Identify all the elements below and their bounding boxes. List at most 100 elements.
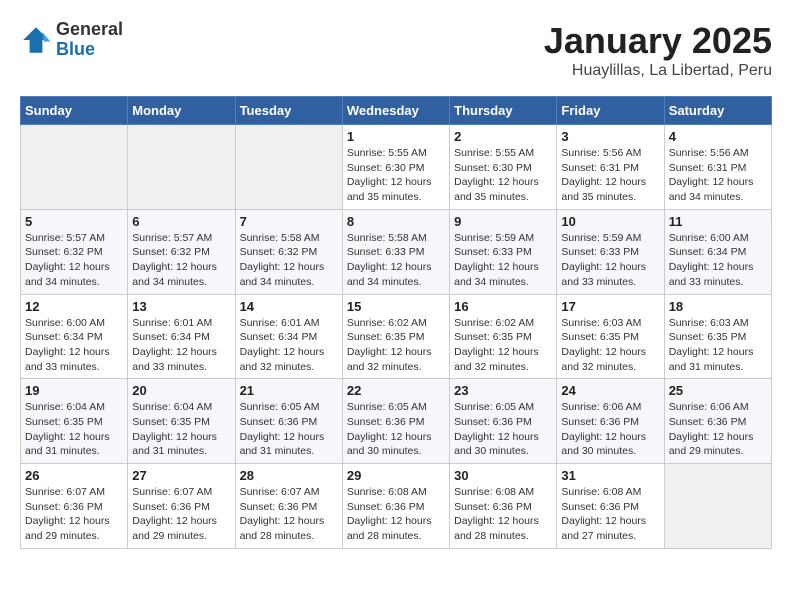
calendar-week-4: 19 Sunrise: 6:04 AM Sunset: 6:35 PM Dayli…	[21, 379, 772, 464]
calendar-cell: 22Sunrise: 6:05 AM Sunset: 6:36 PM Dayli…	[342, 379, 449, 464]
day-number: 1	[347, 129, 445, 144]
title-block: January 2025 Huaylillas, La Libertad, Pe…	[544, 20, 772, 80]
calendar-cell: 17Sunrise: 6:03 AM Sunset: 6:35 PM Dayli…	[557, 294, 664, 379]
day-number: 29	[347, 468, 445, 483]
calendar-week-2: 5 Sunrise: 5:57 AM Sunset: 6:32 PM Daylig…	[21, 209, 772, 294]
logo-icon	[20, 24, 52, 56]
calendar-cell	[128, 125, 235, 210]
day-info: Sunrise: 6:08 AM Sunset: 6:36 PM Dayligh…	[347, 485, 445, 544]
calendar-cell: 12 Sunrise: 6:00 AM Sunset: 6:34 PM Dayli…	[21, 294, 128, 379]
logo: General Blue	[20, 20, 123, 60]
day-info: Sunrise: 6:02 AM Sunset: 6:35 PM Dayligh…	[454, 316, 552, 375]
day-number: 27	[132, 468, 230, 483]
calendar-cell: 25 Sunrise: 6:06 AM Sunset: 6:36 PM Dayli…	[664, 379, 771, 464]
weekday-header-sunday: Sunday	[21, 97, 128, 125]
day-number: 14	[240, 299, 338, 314]
day-info: Sunrise: 6:03 AM Sunset: 6:35 PM Dayligh…	[669, 316, 767, 375]
day-info: Sunrise: 6:07 AM Sunset: 6:36 PM Dayligh…	[132, 485, 230, 544]
calendar-cell	[664, 464, 771, 549]
day-info: Sunrise: 6:06 AM Sunset: 6:36 PM Dayligh…	[669, 400, 767, 459]
calendar-cell: 27 Sunrise: 6:07 AM Sunset: 6:36 PM Dayli…	[128, 464, 235, 549]
logo-text: General Blue	[56, 20, 123, 60]
calendar-week-3: 12 Sunrise: 6:00 AM Sunset: 6:34 PM Dayli…	[21, 294, 772, 379]
calendar-cell: 21 Sunrise: 6:05 AM Sunset: 6:36 PM Dayli…	[235, 379, 342, 464]
day-info: Sunrise: 5:57 AM Sunset: 6:32 PM Dayligh…	[25, 231, 123, 290]
calendar-cell: 30 Sunrise: 6:08 AM Sunset: 6:36 PM Dayli…	[450, 464, 557, 549]
day-info: Sunrise: 6:05 AM Sunset: 6:36 PM Dayligh…	[454, 400, 552, 459]
day-info: Sunrise: 5:58 AM Sunset: 6:32 PM Dayligh…	[240, 231, 338, 290]
day-number: 24	[561, 383, 659, 398]
calendar-cell: 19Sunrise: 6:04 AM Sunset: 6:35 PM Dayli…	[21, 379, 128, 464]
calendar-cell: 24 Sunrise: 6:06 AM Sunset: 6:36 PM Dayli…	[557, 379, 664, 464]
day-number: 12	[25, 299, 123, 314]
day-info: Sunrise: 6:00 AM Sunset: 6:34 PM Dayligh…	[669, 231, 767, 290]
day-number: 2	[454, 129, 552, 144]
location-subtitle: Huaylillas, La Libertad, Peru	[544, 62, 772, 80]
weekday-header-thursday: Thursday	[450, 97, 557, 125]
calendar-cell: 14 Sunrise: 6:01 AM Sunset: 6:34 PM Dayli…	[235, 294, 342, 379]
day-info: Sunrise: 6:06 AM Sunset: 6:36 PM Dayligh…	[561, 400, 659, 459]
day-number: 16	[454, 299, 552, 314]
calendar-cell	[235, 125, 342, 210]
weekday-header-saturday: Saturday	[664, 97, 771, 125]
day-info: Sunrise: 6:02 AM Sunset: 6:35 PM Dayligh…	[347, 316, 445, 375]
weekday-header-row: SundayMondayTuesdayWednesdayThursdayFrid…	[21, 97, 772, 125]
day-number: 25	[669, 383, 767, 398]
calendar-cell: 9 Sunrise: 5:59 AM Sunset: 6:33 PM Daylig…	[450, 209, 557, 294]
day-number: 30	[454, 468, 552, 483]
calendar-cell: 5 Sunrise: 5:57 AM Sunset: 6:32 PM Daylig…	[21, 209, 128, 294]
day-info: Sunrise: 5:55 AM Sunset: 6:30 PM Dayligh…	[347, 146, 445, 205]
calendar-cell: 18Sunrise: 6:03 AM Sunset: 6:35 PM Dayli…	[664, 294, 771, 379]
calendar-cell: 4Sunrise: 5:56 AM Sunset: 6:31 PM Daylig…	[664, 125, 771, 210]
day-number: 3	[561, 129, 659, 144]
day-info: Sunrise: 6:01 AM Sunset: 6:34 PM Dayligh…	[240, 316, 338, 375]
day-info: Sunrise: 6:05 AM Sunset: 6:36 PM Dayligh…	[347, 400, 445, 459]
month-title: January 2025	[544, 20, 772, 62]
calendar-cell: 20 Sunrise: 6:04 AM Sunset: 6:35 PM Dayli…	[128, 379, 235, 464]
day-number: 7	[240, 214, 338, 229]
day-number: 9	[454, 214, 552, 229]
day-info: Sunrise: 5:57 AM Sunset: 6:32 PM Dayligh…	[132, 231, 230, 290]
calendar-cell: 1 Sunrise: 5:55 AM Sunset: 6:30 PM Daylig…	[342, 125, 449, 210]
day-number: 21	[240, 383, 338, 398]
calendar-week-5: 26Sunrise: 6:07 AM Sunset: 6:36 PM Dayli…	[21, 464, 772, 549]
calendar-cell: 11 Sunrise: 6:00 AM Sunset: 6:34 PM Dayli…	[664, 209, 771, 294]
calendar-cell: 6Sunrise: 5:57 AM Sunset: 6:32 PM Daylig…	[128, 209, 235, 294]
calendar-cell: 15Sunrise: 6:02 AM Sunset: 6:35 PM Dayli…	[342, 294, 449, 379]
day-info: Sunrise: 5:58 AM Sunset: 6:33 PM Dayligh…	[347, 231, 445, 290]
day-number: 5	[25, 214, 123, 229]
calendar-cell: 7 Sunrise: 5:58 AM Sunset: 6:32 PM Daylig…	[235, 209, 342, 294]
day-number: 31	[561, 468, 659, 483]
day-info: Sunrise: 6:08 AM Sunset: 6:36 PM Dayligh…	[454, 485, 552, 544]
weekday-header-wednesday: Wednesday	[342, 97, 449, 125]
day-info: Sunrise: 6:01 AM Sunset: 6:34 PM Dayligh…	[132, 316, 230, 375]
day-info: Sunrise: 5:59 AM Sunset: 6:33 PM Dayligh…	[454, 231, 552, 290]
calendar-cell: 3 Sunrise: 5:56 AM Sunset: 6:31 PM Daylig…	[557, 125, 664, 210]
calendar-cell: 26Sunrise: 6:07 AM Sunset: 6:36 PM Dayli…	[21, 464, 128, 549]
calendar-cell: 13Sunrise: 6:01 AM Sunset: 6:34 PM Dayli…	[128, 294, 235, 379]
calendar-cell	[21, 125, 128, 210]
day-info: Sunrise: 6:00 AM Sunset: 6:34 PM Dayligh…	[25, 316, 123, 375]
calendar-week-1: 1 Sunrise: 5:55 AM Sunset: 6:30 PM Daylig…	[21, 125, 772, 210]
day-info: Sunrise: 6:04 AM Sunset: 6:35 PM Dayligh…	[132, 400, 230, 459]
weekday-header-monday: Monday	[128, 97, 235, 125]
day-info: Sunrise: 5:59 AM Sunset: 6:33 PM Dayligh…	[561, 231, 659, 290]
logo-general: General	[56, 20, 123, 40]
day-info: Sunrise: 6:08 AM Sunset: 6:36 PM Dayligh…	[561, 485, 659, 544]
day-number: 11	[669, 214, 767, 229]
day-info: Sunrise: 5:56 AM Sunset: 6:31 PM Dayligh…	[561, 146, 659, 205]
calendar-cell: 10Sunrise: 5:59 AM Sunset: 6:33 PM Dayli…	[557, 209, 664, 294]
day-number: 8	[347, 214, 445, 229]
calendar-body: 1 Sunrise: 5:55 AM Sunset: 6:30 PM Daylig…	[21, 125, 772, 549]
day-info: Sunrise: 5:55 AM Sunset: 6:30 PM Dayligh…	[454, 146, 552, 205]
day-number: 19	[25, 383, 123, 398]
day-info: Sunrise: 6:05 AM Sunset: 6:36 PM Dayligh…	[240, 400, 338, 459]
calendar-cell: 29 Sunrise: 6:08 AM Sunset: 6:36 PM Dayli…	[342, 464, 449, 549]
day-info: Sunrise: 5:56 AM Sunset: 6:31 PM Dayligh…	[669, 146, 767, 205]
calendar-cell: 31 Sunrise: 6:08 AM Sunset: 6:36 PM Dayli…	[557, 464, 664, 549]
day-number: 20	[132, 383, 230, 398]
page-header: General Blue January 2025 Huaylillas, La…	[20, 20, 772, 80]
calendar-cell: 28Sunrise: 6:07 AM Sunset: 6:36 PM Dayli…	[235, 464, 342, 549]
day-info: Sunrise: 6:03 AM Sunset: 6:35 PM Dayligh…	[561, 316, 659, 375]
day-info: Sunrise: 6:07 AM Sunset: 6:36 PM Dayligh…	[240, 485, 338, 544]
